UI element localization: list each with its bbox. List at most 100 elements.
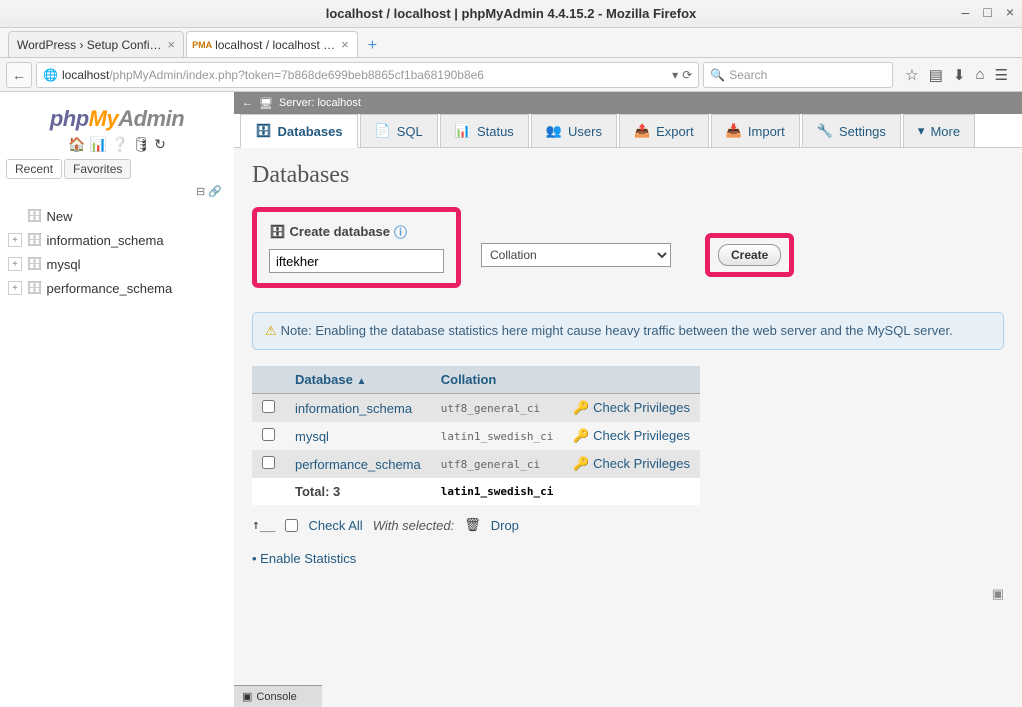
check-all-link[interactable]: Check All bbox=[308, 518, 362, 533]
more-icon: ▾ bbox=[918, 123, 925, 139]
library-icon[interactable]: ▤ bbox=[929, 66, 943, 84]
gear-icon: 🔧 bbox=[817, 123, 833, 139]
new-tab-button[interactable]: + bbox=[360, 35, 385, 57]
dropdown-icon[interactable]: ▾ bbox=[668, 68, 682, 82]
tab-more[interactable]: ▾More bbox=[903, 114, 975, 147]
tab-label: WordPress › Setup Confi… bbox=[17, 38, 162, 52]
sidebar-tab-recent[interactable]: Recent bbox=[6, 159, 62, 179]
check-privileges-link[interactable]: Check Privileges bbox=[593, 400, 690, 415]
database-add-icon: 🗄 bbox=[269, 224, 286, 240]
search-placeholder: Search bbox=[729, 68, 767, 82]
url-host: localhost bbox=[62, 68, 109, 82]
server-label: Server: localhost bbox=[279, 97, 361, 109]
tab-label: localhost / localhost … bbox=[215, 38, 335, 52]
table-row: information_schema utf8_general_ci 🔑 Che… bbox=[252, 394, 700, 423]
downloads-icon[interactable]: ⬇ bbox=[953, 66, 966, 84]
expand-icon[interactable]: + bbox=[8, 281, 22, 295]
table-row: mysql latin1_swedish_ci 🔑 Check Privileg… bbox=[252, 422, 700, 450]
top-tab-bar: 🗄Databases 📄SQL 📊Status 👥Users 📤Export 📥… bbox=[234, 114, 1022, 148]
browser-search-input[interactable]: 🔍 Search bbox=[703, 62, 893, 88]
create-button[interactable]: Create bbox=[718, 244, 781, 266]
database-link[interactable]: mysql bbox=[295, 429, 329, 444]
url-input[interactable]: 🌐 localhost/phpMyAdmin/index.php?token=7… bbox=[36, 62, 699, 88]
total-label: Total: 3 bbox=[285, 478, 431, 505]
check-all-checkbox[interactable] bbox=[285, 519, 298, 532]
tab-import[interactable]: 📥Import bbox=[711, 114, 800, 147]
create-database-panel: 🗄 Create database ⓘ bbox=[252, 207, 461, 288]
window-close-icon[interactable]: × bbox=[1006, 4, 1014, 20]
column-collation[interactable]: Collation bbox=[431, 366, 564, 394]
home-icon[interactable]: 🏠 bbox=[68, 136, 85, 153]
tab-status[interactable]: 📊Status bbox=[440, 114, 529, 147]
database-icon: 🗄 bbox=[26, 232, 43, 248]
tab-export[interactable]: 📤Export bbox=[619, 114, 709, 147]
close-icon[interactable]: × bbox=[341, 37, 349, 52]
bookmark-page-icon[interactable]: ▣ bbox=[992, 586, 1004, 601]
phpmyadmin-logo: phpMyAdmin bbox=[6, 106, 228, 132]
home-icon[interactable]: ⌂ bbox=[975, 66, 984, 83]
total-collation: latin1_swedish_ci bbox=[431, 478, 564, 505]
sidebar-tab-favorites[interactable]: Favorites bbox=[64, 159, 131, 179]
menu-icon[interactable]: ☰ bbox=[995, 66, 1008, 84]
url-path: /phpMyAdmin/index.php?token=7b868de699be… bbox=[109, 68, 484, 82]
docs-icon[interactable]: ❔ bbox=[111, 136, 128, 153]
browser-tab[interactable]: WordPress › Setup Confi… × bbox=[8, 31, 184, 57]
window-titlebar: localhost / localhost | phpMyAdmin 4.4.1… bbox=[0, 0, 1022, 28]
database-link[interactable]: performance_schema bbox=[295, 457, 421, 472]
privileges-icon: 🔑 bbox=[573, 400, 589, 415]
database-name-input[interactable] bbox=[269, 249, 444, 273]
back-button[interactable]: ← bbox=[6, 62, 32, 88]
main-panel: ← 🖥 Server: localhost ⤢ 🗄Databases 📄SQL … bbox=[234, 92, 1022, 707]
database-table: Database ▲ Collation information_schema … bbox=[252, 366, 700, 505]
privileges-icon: 🔑 bbox=[573, 456, 589, 471]
tree-item-db[interactable]: +🗄 mysql bbox=[6, 252, 228, 276]
row-checkbox[interactable] bbox=[262, 456, 275, 469]
row-checkbox[interactable] bbox=[262, 400, 275, 413]
collapse-sidebar-icon[interactable]: ← bbox=[242, 97, 253, 109]
warning-icon: ⚠ bbox=[265, 323, 277, 338]
enable-statistics-link[interactable]: Enable Statistics bbox=[260, 551, 356, 566]
bookmark-star-icon[interactable]: ☆ bbox=[905, 66, 918, 84]
browser-tab-strip: WordPress › Setup Confi… × PMA localhost… bbox=[0, 28, 1022, 58]
database-link[interactable]: information_schema bbox=[295, 401, 412, 416]
export-icon: 📤 bbox=[634, 123, 650, 139]
browser-tab[interactable]: PMA localhost / localhost … × bbox=[186, 31, 358, 57]
window-minimize-icon[interactable]: – bbox=[962, 4, 970, 20]
window-title: localhost / localhost | phpMyAdmin 4.4.1… bbox=[326, 6, 697, 21]
collation-select[interactable]: Collation bbox=[481, 243, 671, 267]
sql-icon[interactable]: 🛢 bbox=[132, 136, 150, 153]
tree-item-db[interactable]: +🗄 performance_schema bbox=[6, 276, 228, 300]
reload-icon[interactable]: ↻ bbox=[154, 136, 166, 153]
database-icon: 🗄 bbox=[26, 280, 43, 296]
globe-icon: 🌐 bbox=[43, 68, 58, 82]
sidebar: phpMyAdmin 🏠 📊 ❔ 🛢 ↻ Recent Favorites ⊟ … bbox=[0, 92, 234, 707]
sort-asc-icon: ▲ bbox=[356, 376, 366, 387]
link-icon[interactable]: 🔗 bbox=[208, 186, 222, 198]
check-privileges-link[interactable]: Check Privileges bbox=[593, 428, 690, 443]
search-icon: 🔍 bbox=[710, 68, 725, 82]
expand-icon[interactable]: + bbox=[8, 257, 22, 271]
window-maximize-icon[interactable]: □ bbox=[983, 4, 991, 20]
tab-sql[interactable]: 📄SQL bbox=[360, 114, 438, 147]
collation-cell: utf8_general_ci bbox=[431, 450, 564, 478]
tree-item-db[interactable]: +🗄 information_schema bbox=[6, 228, 228, 252]
panel-collapse-icon[interactable]: ⤢ bbox=[1006, 94, 1016, 109]
database-icon: 🗄 bbox=[255, 123, 272, 139]
check-privileges-link[interactable]: Check Privileges bbox=[593, 456, 690, 471]
tab-databases[interactable]: 🗄Databases bbox=[240, 114, 358, 148]
column-database[interactable]: Database ▲ bbox=[285, 366, 431, 394]
drop-link[interactable]: Drop bbox=[491, 518, 519, 533]
server-breadcrumb: ← 🖥 Server: localhost ⤢ bbox=[234, 92, 1022, 114]
tab-users[interactable]: 👥Users bbox=[531, 114, 617, 147]
close-icon[interactable]: × bbox=[168, 37, 176, 52]
console-toggle[interactable]: ▣ Console bbox=[234, 685, 322, 707]
expand-icon[interactable]: + bbox=[8, 233, 22, 247]
collapse-icon[interactable]: ⊟ bbox=[196, 186, 205, 198]
tree-item-new[interactable]: 🗄 New bbox=[6, 204, 228, 228]
logout-icon[interactable]: 📊 bbox=[90, 136, 107, 153]
help-icon[interactable]: ⓘ bbox=[394, 222, 407, 241]
reload-icon[interactable]: ⟳ bbox=[682, 68, 692, 82]
row-checkbox[interactable] bbox=[262, 428, 275, 441]
users-icon: 👥 bbox=[546, 123, 562, 139]
tab-settings[interactable]: 🔧Settings bbox=[802, 114, 901, 147]
